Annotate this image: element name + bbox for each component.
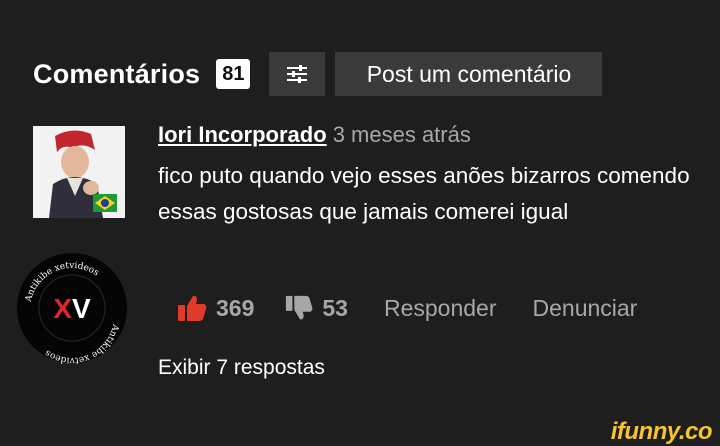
svg-text:XV: XV [53,293,91,324]
show-replies-link[interactable]: Exibir 7 respostas [158,356,325,380]
sliders-icon [287,65,308,83]
thumbs-up-icon [178,295,207,321]
comment-text: fico puto quando vejo esses anões bizarr… [158,163,690,224]
comment-timestamp: 3 meses atrás [332,122,471,147]
comments-header: Comentários 81 Post um comentário [33,52,603,96]
dislike-count: 53 [322,294,348,321]
comments-title: Comentários [33,58,201,89]
comment-count-badge: 81 [216,59,251,89]
report-button[interactable]: Denunciar [533,295,638,322]
like-count: 369 [216,294,255,321]
thumbs-down-icon [286,295,313,320]
comment: Iori Incorporado 3 meses atrás fico puto … [158,122,698,230]
avatar-image [33,126,125,218]
watermark-logo: XV Antikibe xetvideos Antikibe xetvideos [16,252,128,365]
sort-filter-button[interactable] [269,52,326,96]
ifunny-watermark: ifunny.co [610,418,713,445]
post-comment-button[interactable]: Post um comentário [335,52,603,96]
avatar[interactable] [33,126,125,218]
dislike-button[interactable]: 53 [284,293,348,323]
comment-meta: Iori Incorporado 3 meses atrás [158,122,698,148]
reply-button[interactable]: Responder [384,295,497,322]
like-button[interactable]: 369 [176,292,254,324]
comment-actions: 369 53 Responder Denunciar [176,292,637,324]
comment-author-link[interactable]: Iori Incorporado [158,122,327,147]
